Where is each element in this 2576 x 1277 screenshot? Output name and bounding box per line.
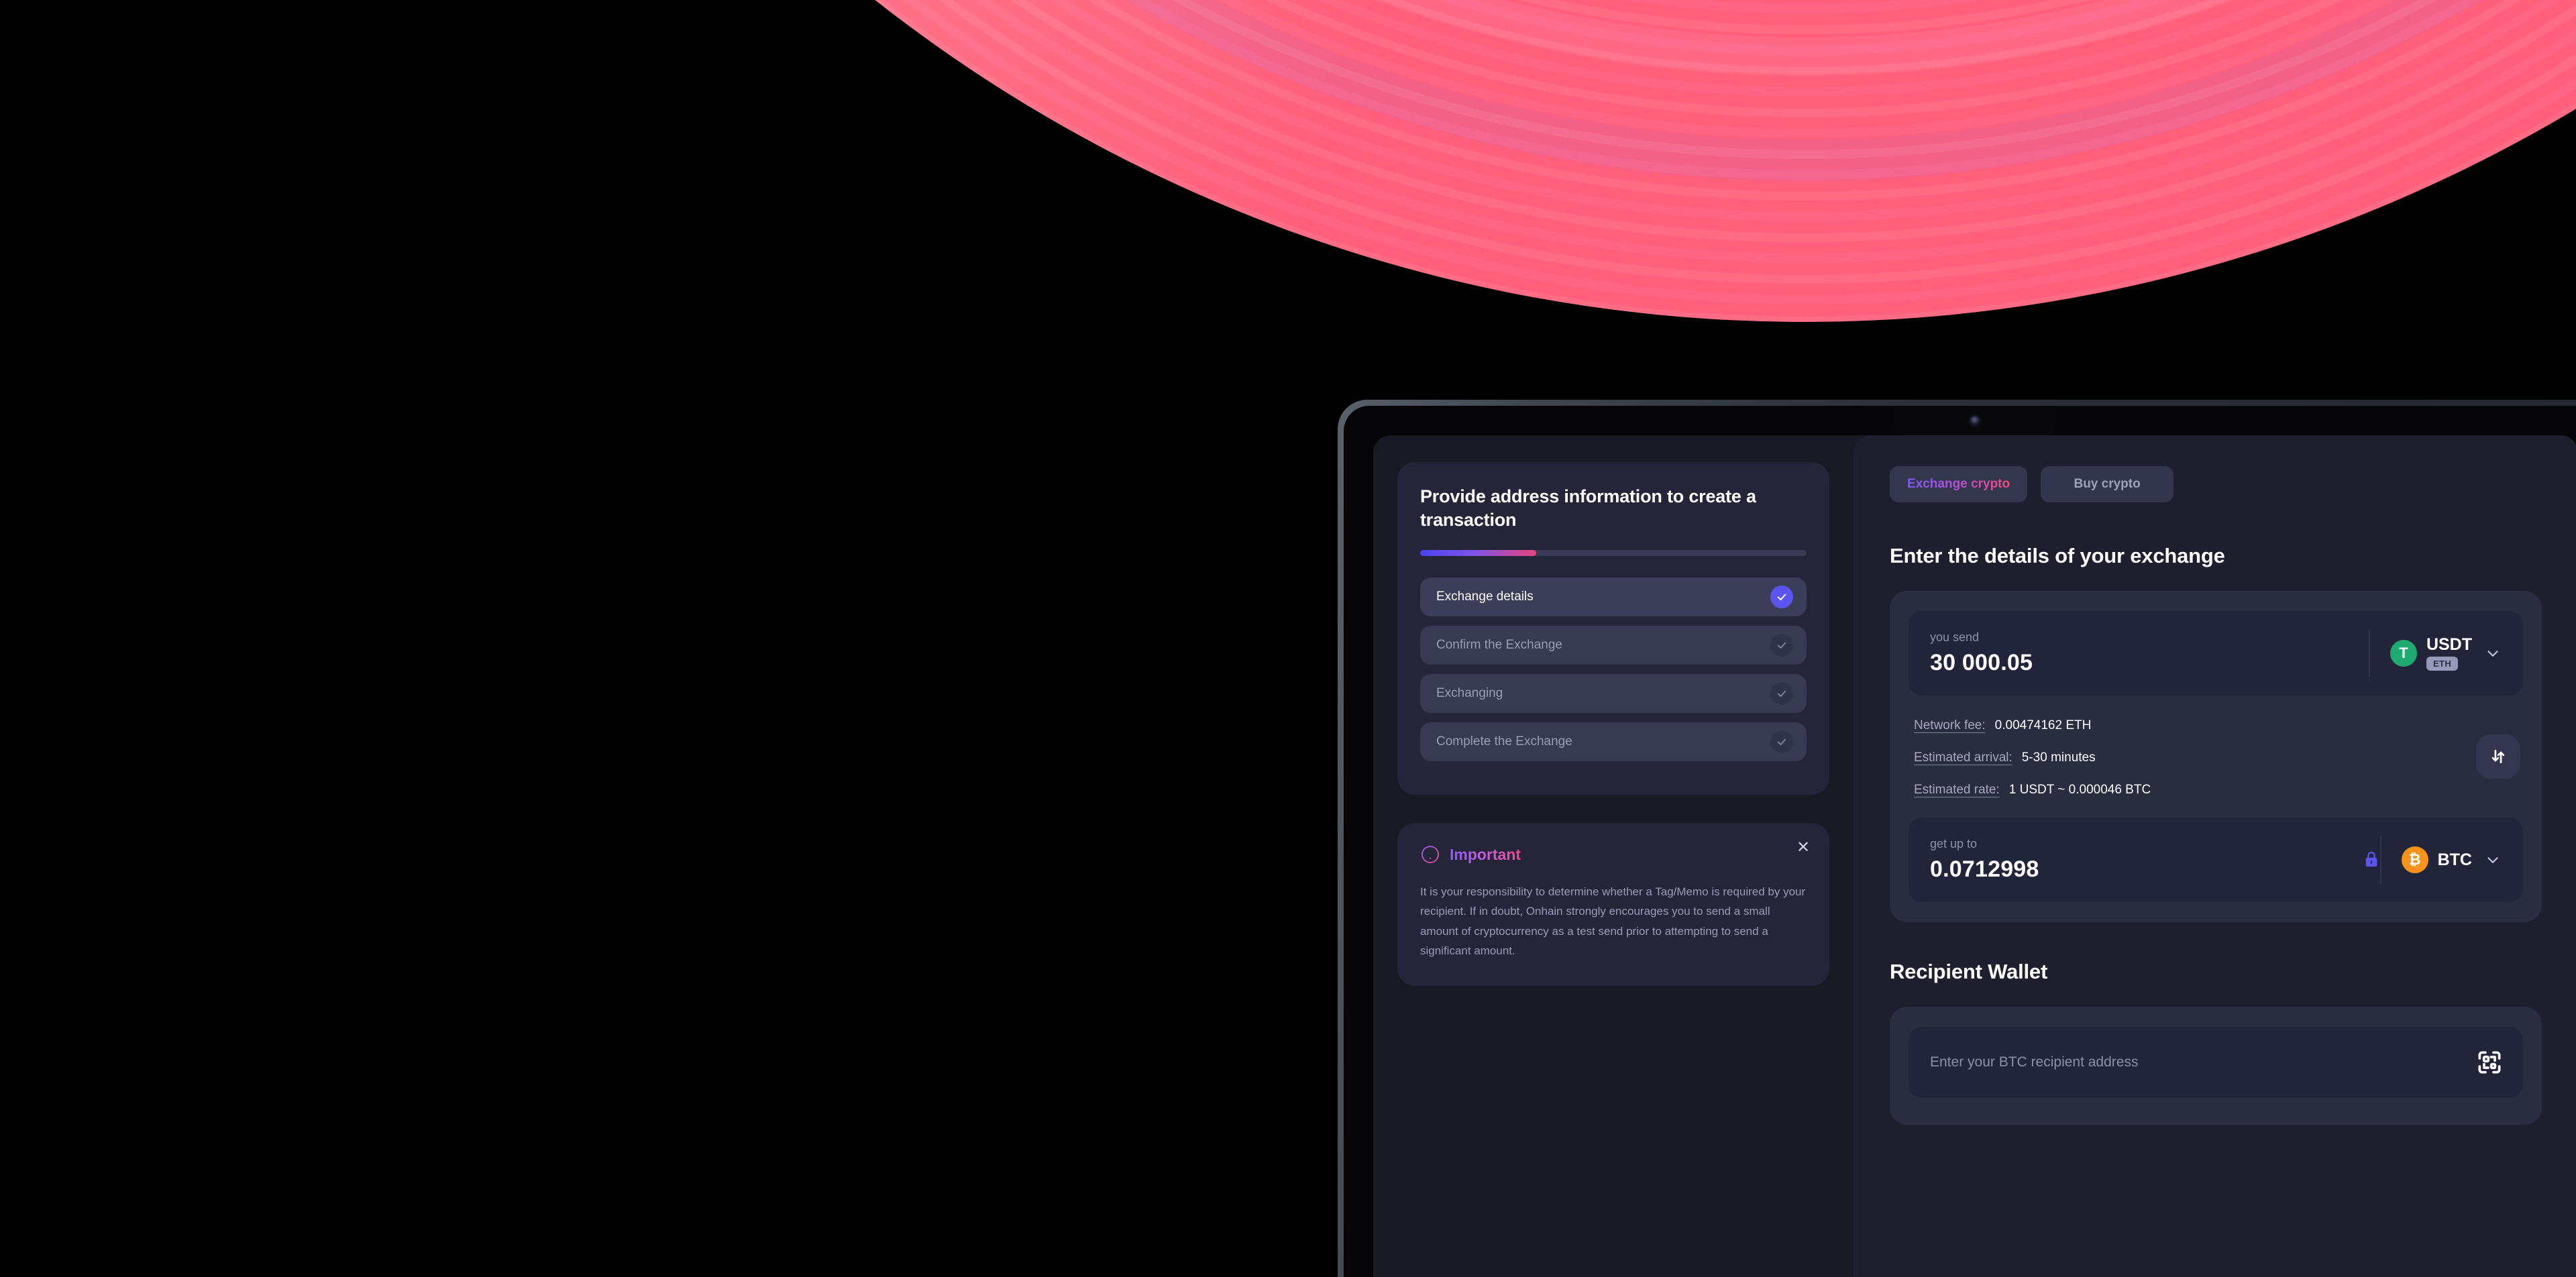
page-title: Provide address information to create a … bbox=[1420, 486, 1756, 530]
chevron-down-icon[interactable] bbox=[2484, 851, 2502, 869]
receive-coin: ₿ BTC bbox=[2401, 846, 2472, 873]
usdt-coin-icon: T bbox=[2390, 640, 2417, 667]
meta-key: Estimated arrival: bbox=[1914, 751, 2012, 765]
artwork-rim-noise bbox=[302, 0, 2576, 322]
recipient-address-placeholder: Enter your BTC recipient address bbox=[1930, 1054, 2139, 1070]
receive-currency-selector[interactable]: ₿ BTC bbox=[2379, 836, 2502, 883]
step-label: Complete the Exchange bbox=[1436, 734, 1572, 749]
tab-buy-crypto[interactable]: Buy crypto bbox=[2041, 466, 2174, 502]
tab-exchange-crypto[interactable]: Exchange crypto bbox=[1890, 466, 2028, 502]
left-column: Provide address information to create a … bbox=[1373, 435, 1854, 1277]
meta-row-estimated-arrival: Estimated arrival: 5-30 minutes bbox=[1914, 751, 2518, 765]
step-label: Confirm the Exchange bbox=[1436, 638, 1562, 653]
right-column: Exchange crypto Buy crypto Enter the det… bbox=[1854, 435, 2576, 1277]
meta-value: 1 USDT ~ 0.000046 BTC bbox=[2008, 783, 2151, 797]
app-screen: Provide address information to create a … bbox=[1373, 435, 2576, 1277]
usdt-symbol: T bbox=[2399, 645, 2408, 661]
check-icon bbox=[1770, 682, 1793, 706]
send-coin-network-badge: ETH bbox=[2426, 656, 2459, 671]
laptop-device: Provide address information to create a … bbox=[1338, 400, 2576, 1277]
send-coin-ticker: USDT bbox=[2426, 634, 2472, 654]
chevron-down-icon[interactable] bbox=[2484, 645, 2502, 662]
lock-icon[interactable] bbox=[2363, 850, 2380, 870]
btc-symbol: ₿ bbox=[2408, 851, 2421, 868]
swap-vertical-icon[interactable] bbox=[2476, 734, 2520, 779]
receive-caption: get up to bbox=[1930, 837, 1978, 850]
receive-amount-input[interactable]: 0.0712998 bbox=[1930, 856, 2363, 883]
check-icon bbox=[1770, 586, 1793, 609]
step-label: Exchange details bbox=[1436, 590, 1534, 604]
tab-bar: Exchange crypto Buy crypto bbox=[1890, 466, 2542, 502]
meta-value: 5-30 minutes bbox=[2021, 751, 2096, 765]
step-item-exchange-details[interactable]: Exchange details bbox=[1420, 577, 1807, 617]
send-coin: T USDT ETH bbox=[2390, 636, 2472, 671]
artwork-rings bbox=[302, 0, 2576, 322]
step-item-confirm-exchange[interactable]: Confirm the Exchange bbox=[1420, 626, 1807, 665]
screenshot-root: Provide address information to create a … bbox=[0, 0, 2576, 1277]
progress-panel: Provide address information to create a … bbox=[1397, 462, 1829, 795]
send-currency-selector[interactable]: T USDT ETH bbox=[2368, 630, 2502, 677]
step-item-complete-exchange[interactable]: Complete the Exchange bbox=[1420, 722, 1807, 762]
send-amount-row[interactable]: you send 30 000.05 T USDT ETH bbox=[1909, 611, 2523, 696]
important-body-text: It is your responsibility to determine w… bbox=[1420, 885, 1806, 957]
receive-amount-row[interactable]: get up to 0.0712998 ₿ BTC bbox=[1909, 818, 2523, 902]
artwork-color-field bbox=[302, 0, 2576, 322]
step-item-exchanging[interactable]: Exchanging bbox=[1420, 674, 1807, 714]
artwork-outer-rim bbox=[302, 0, 2576, 322]
alert-circle-icon bbox=[1420, 844, 1440, 865]
progress-bar-fill bbox=[1420, 550, 1536, 557]
qr-scan-icon[interactable] bbox=[2476, 1049, 2503, 1076]
laptop-bezel: Provide address information to create a … bbox=[1344, 406, 2576, 1277]
tab-label: Exchange crypto bbox=[1907, 477, 2010, 491]
laptop-notch bbox=[1894, 406, 2055, 438]
send-caption: you send bbox=[1930, 630, 1980, 644]
meta-row-estimated-rate: Estimated rate: 1 USDT ~ 0.000046 BTC bbox=[1914, 783, 2518, 797]
receive-lock-area bbox=[2363, 836, 2380, 883]
meta-row-network-fee: Network fee: 0.00474162 ETH bbox=[1914, 718, 2518, 733]
send-amount-left: you send 30 000.05 bbox=[1930, 630, 2369, 676]
important-header: Important bbox=[1420, 844, 1807, 865]
meta-key: Estimated rate: bbox=[1914, 783, 2000, 797]
receive-coin-ticker: BTC bbox=[2437, 850, 2472, 869]
recipient-address-field[interactable]: Enter your BTC recipient address bbox=[1909, 1027, 2523, 1098]
step-label: Exchanging bbox=[1436, 686, 1503, 701]
exchange-section-heading: Enter the details of your exchange bbox=[1890, 544, 2225, 567]
camera-icon bbox=[1970, 416, 1980, 425]
important-notice-card: ✕ Important It is your responsibility to… bbox=[1397, 823, 1829, 987]
close-icon[interactable]: ✕ bbox=[1794, 839, 1812, 856]
artwork-bands bbox=[302, 0, 2576, 322]
btc-coin-icon: ₿ bbox=[2401, 846, 2428, 873]
exchange-meta-list: Network fee: 0.00474162 ETH Estimated ar… bbox=[1909, 696, 2523, 818]
recipient-wallet-card: Enter your BTC recipient address bbox=[1890, 1007, 2542, 1125]
artwork-blue-rim bbox=[302, 0, 2576, 322]
check-icon bbox=[1770, 730, 1793, 754]
check-icon bbox=[1770, 634, 1793, 657]
meta-key: Network fee: bbox=[1914, 718, 1986, 732]
important-title: Important bbox=[1450, 845, 1521, 863]
meta-value: 0.00474162 ETH bbox=[1994, 718, 2092, 732]
receive-amount-left: get up to 0.0712998 bbox=[1930, 837, 2363, 883]
send-amount-input[interactable]: 30 000.05 bbox=[1930, 650, 2369, 676]
step-list: Exchange details Confirm the Exchange Ex… bbox=[1420, 577, 1807, 762]
progress-bar-track bbox=[1420, 550, 1807, 557]
exchange-card: you send 30 000.05 T USDT ETH Network fe… bbox=[1890, 591, 2542, 922]
tab-label: Buy crypto bbox=[2074, 477, 2141, 491]
recipient-wallet-heading: Recipient Wallet bbox=[1890, 960, 2048, 983]
send-coin-names: USDT ETH bbox=[2426, 636, 2472, 671]
